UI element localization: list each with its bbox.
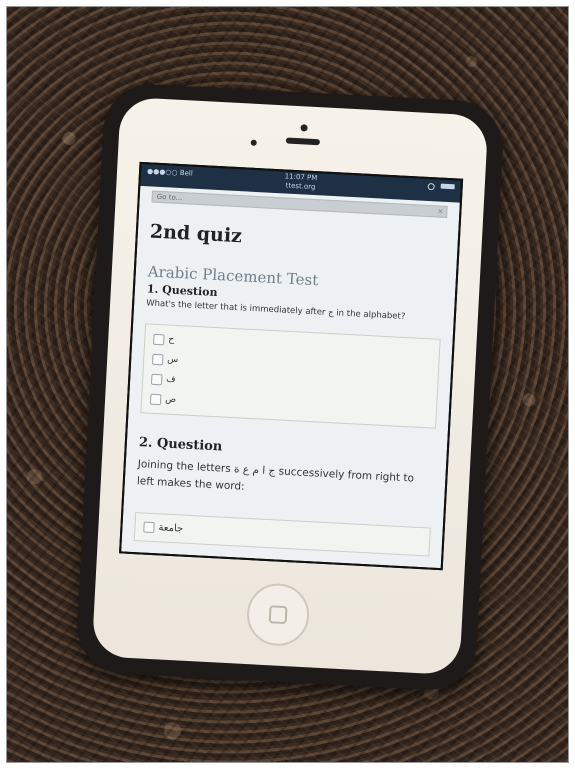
front-camera-icon: [300, 124, 308, 132]
goto-close-icon[interactable]: ✕: [437, 207, 443, 215]
phone-case: ●●●○○ Bell 11:07 PM ttest.org Go to... ✕…: [74, 81, 506, 693]
home-square-icon: [268, 605, 288, 625]
option-label: جامعة: [158, 522, 184, 535]
earpiece-speaker: [285, 137, 321, 146]
question-2-option[interactable]: جامعة: [143, 521, 421, 548]
phone-screen: ●●●○○ Bell 11:07 PM ttest.org Go to... ✕…: [119, 161, 464, 571]
option-checkbox[interactable]: [153, 333, 165, 345]
phone-body: ●●●○○ Bell 11:07 PM ttest.org Go to... ✕…: [91, 96, 489, 676]
proximity-sensor: [250, 139, 257, 146]
home-button[interactable]: [245, 582, 311, 648]
option-checkbox[interactable]: [143, 521, 155, 534]
question-1-options: ح س ف ص: [140, 323, 441, 429]
question-2-text: Joining the letters ج ا م ع ة successive…: [136, 458, 415, 493]
option-label: ص: [164, 394, 177, 406]
battery-icon: [440, 183, 455, 190]
option-checkbox[interactable]: [152, 353, 164, 365]
option-checkbox[interactable]: [149, 393, 162, 405]
option-checkbox[interactable]: [150, 373, 163, 385]
option-label: س: [167, 354, 179, 366]
goto-placeholder: Go to...: [156, 192, 183, 203]
quiz-page: Go to... ✕ 2nd quiz Arabic Placement Tes…: [121, 185, 460, 569]
question-2-options: جامعة: [133, 512, 431, 557]
quiz-title: 2nd quiz: [149, 220, 243, 248]
option-label: ف: [165, 374, 176, 385]
option-label: ح: [168, 334, 175, 345]
